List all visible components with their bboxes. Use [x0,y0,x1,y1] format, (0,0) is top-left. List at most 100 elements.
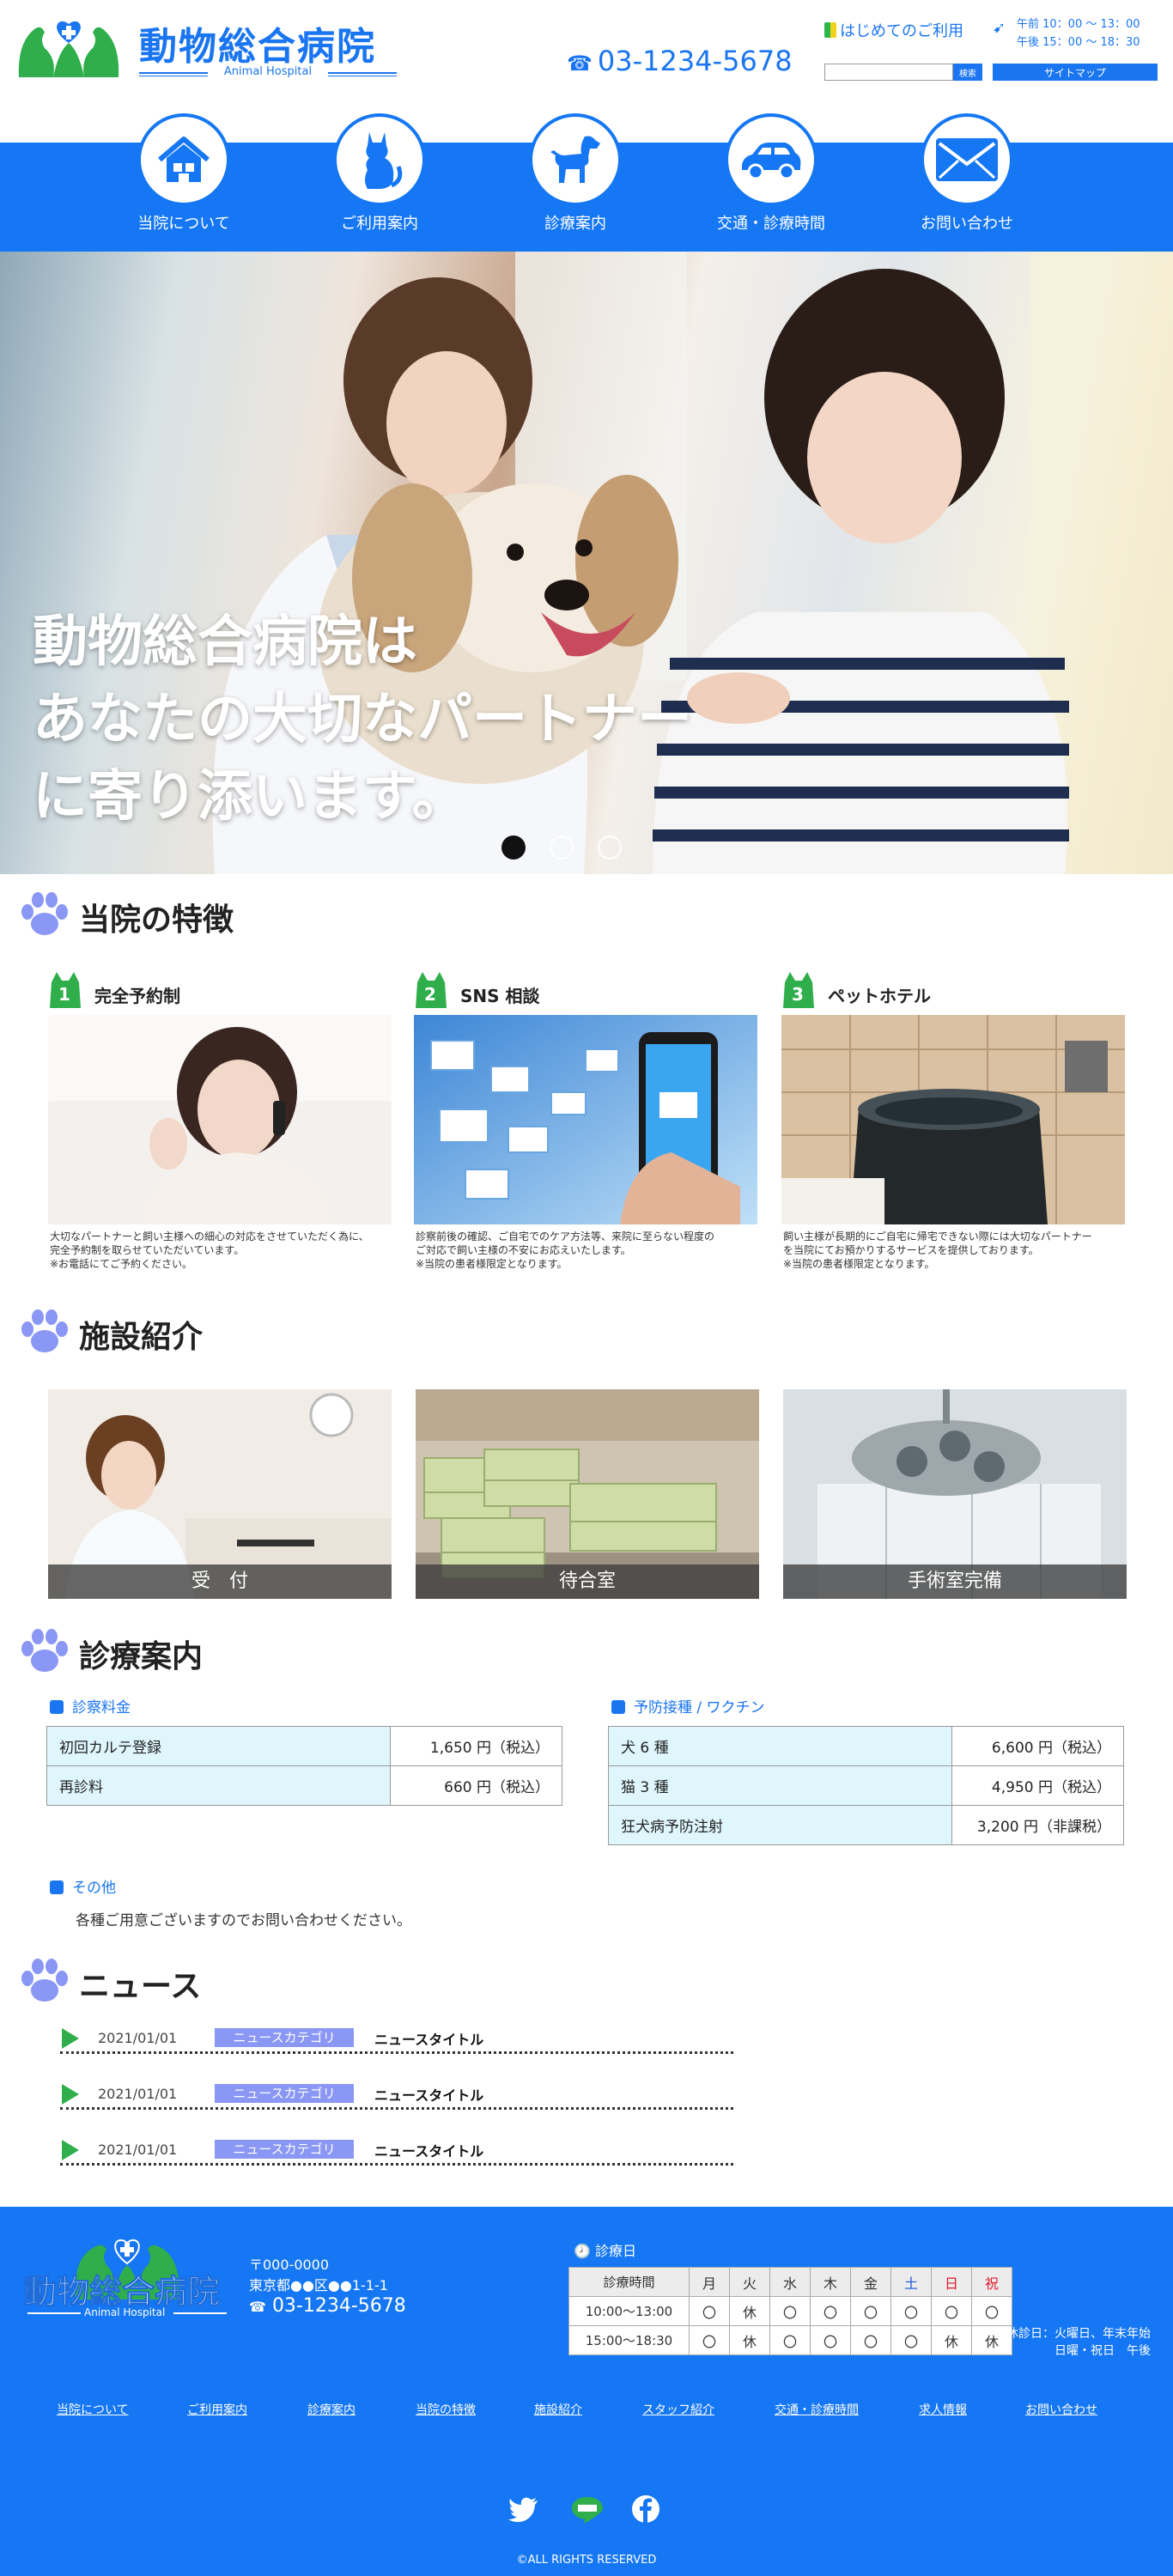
logo-title[interactable]: 動物総合病院 [139,15,376,70]
other-text: 各種ご用意ございますのでお問い合わせください。 [76,1912,411,1929]
fee-price: 1,650 円（税込） [390,1726,562,1766]
news-title[interactable]: ニュースタイトル [374,2084,483,2105]
news-category[interactable]: ニュースカテゴリ [215,2140,354,2159]
news-title[interactable]: ニュースタイトル [374,2140,483,2160]
fee-name: 初回カルテ登録 [46,1726,391,1766]
cat-icon [365,132,403,189]
feature-title: 完全予約制 [94,986,180,1006]
schedule-cell: 休 [931,2325,972,2355]
schedule-label-text: 診療日 [595,2243,637,2259]
footer-phone[interactable]: ☎ 03-1234-5678 [249,2296,406,2318]
schedule-cell: 〇 [689,2296,730,2326]
hero-line-2: あなたの大切なパートナー [33,688,692,751]
fees-table: 初回カルテ登録 1,650 円（税込） 再診料 660 円（税込） [46,1726,562,1806]
nav-label[interactable]: ご利用案内 [315,211,444,234]
footer-link-facility[interactable]: 施設紹介 [534,2401,582,2418]
facebook-icon[interactable] [629,2492,663,2526]
header-phone-number[interactable]: 03-1234-5678 [598,45,793,77]
footer-postal: 〒000-0000 [249,2257,330,2273]
closed-days-line: 日曜・祝日 午後 [1054,2344,1151,2358]
footer-link-about[interactable]: 当院について [57,2401,129,2418]
vaccine-price: 6,600 円（税込） [951,1726,1124,1766]
news-title[interactable]: ニュースタイトル [374,2028,483,2049]
slider-dot-3[interactable] [598,835,622,860]
feature-number: 1 [58,984,70,1005]
search-input[interactable] [824,64,953,81]
footer-link-recruit[interactable]: 求人情報 [919,2401,967,2418]
paw-icon [21,1309,68,1352]
feature-title: SNS 相談 [460,986,540,1006]
news-item[interactable]: 2021/01/01 ニュースカテゴリ ニュースタイトル [60,2079,733,2110]
feature-desc-line: ご対応で飼い主様の不安にお応えいたします。 [416,1244,631,1256]
nav-item-about[interactable]: 当院について [119,113,248,251]
nav-label[interactable]: 当院について [119,211,248,234]
footer-link-contact[interactable]: お問い合わせ [1025,2401,1097,2418]
schedule-header-cell: 火 [729,2267,770,2297]
facility-card-waiting[interactable]: 待合室 [416,1389,759,1599]
slider-dot-2[interactable] [550,835,574,860]
news-item[interactable]: 2021/01/01 ニュースカテゴリ ニュースタイトル [60,2023,733,2054]
feature-desc-line: を当院にてお預かりするサービスを提供しております。 [783,1244,1039,1256]
fee-price: 660 円（税込） [390,1765,562,1806]
footer-logo-title: 動物総合病院 [23,2273,221,2312]
hours-pm: 午後 15：00 〜 18：30 [1017,36,1140,49]
facility-card-operating-room[interactable]: 手術室完備 [783,1389,1127,1599]
line-icon[interactable] [570,2492,605,2526]
twitter-icon[interactable] [507,2492,541,2526]
vaccine-title: 予防接種 / ワクチン [634,1699,765,1716]
schedule-label: 🕗 診療日 [574,2239,636,2260]
news-date: 2021/01/01 [98,2142,178,2158]
schedule-header-cell: 月 [689,2267,730,2297]
footer-link-access[interactable]: 交通・診療時間 [775,2401,859,2418]
nav-label[interactable]: お問い合わせ [903,211,1031,234]
paw-icon [21,1629,68,1672]
table-row: 狂犬病予防注射 3,200 円（非課税） [608,1805,1124,1845]
logo-subtitle-text: Animal Hospital [223,65,313,78]
search-button[interactable]: 検索 [953,64,982,81]
footer-logo-subtitle: Animal Hospital [84,2306,166,2318]
site-footer: 動物総合病院 Animal Hospital 〒000-0000 東京都●●区●… [0,2207,1173,2576]
schedule-header-cell: 診療時間 [568,2267,690,2297]
vaccine-name: 犬 6 種 [608,1726,952,1766]
vaccine-table: 犬 6 種 6,600 円（税込） 猫 3 種 4,950 円（税込） 狂犬病予防注… [608,1726,1124,1845]
hero-slider[interactable]: 動物総合病院は あなたの大切なパートナー に寄り添います。 [0,252,1173,874]
beginner-link-label[interactable]: はじめてのご利用 [840,22,963,40]
slider-dot-1[interactable] [501,835,526,860]
fees-subheading: 診察料金 [50,1695,131,1716]
footer-link-staff[interactable]: スタッフ紹介 [642,2401,714,2418]
footer-link-medical[interactable]: 診療案内 [307,2401,356,2418]
news-category[interactable]: ニュースカテゴリ [215,2028,354,2047]
schedule-cell: 15:00〜18:30 [568,2325,690,2355]
schedule-header-cell-holiday: 祝 [971,2267,1012,2297]
nav-label[interactable]: 診療案内 [511,211,640,234]
nav-circle [529,113,622,206]
news-category[interactable]: ニュースカテゴリ [215,2084,354,2103]
news-item[interactable]: 2021/01/01 ニュースカテゴリ ニュースタイトル [60,2135,733,2166]
nav-circle [333,113,426,206]
schedule-cell: 〇 [890,2325,932,2355]
sitemap-button[interactable]: サイトマップ [993,64,1158,81]
schedule-cell: 〇 [810,2296,851,2326]
nav-item-guide[interactable]: ご利用案内 [315,113,444,251]
footer-link-features[interactable]: 当院の特徴 [416,2401,476,2418]
nav-item-contact[interactable]: お問い合わせ [903,113,1031,251]
closed-days-line: 休診日：火曜日、年末年始 [1006,2327,1151,2341]
schedule-header-row: 診療時間 月 火 水 木 金 土 日 祝 [568,2267,1012,2297]
hours-am: 午前 10：00 〜 13：00 [1017,18,1140,31]
footer-phone-number[interactable]: 03-1234-5678 [272,2295,406,2317]
beginner-link[interactable]: はじめてのご利用 [824,19,963,41]
header-phone[interactable]: ☎ 03-1234-5678 [567,45,793,77]
nav-label[interactable]: 交通・診療時間 [707,211,836,234]
feature-desc-line: 完全予約制を取らせていただいています。 [50,1244,245,1256]
dog-icon [550,136,600,183]
nav-item-access[interactable]: 交通・診療時間 [707,113,836,251]
fee-name: 再診料 [46,1765,391,1806]
logo-mark-icon[interactable] [15,17,122,84]
nav-item-medical[interactable]: 診療案内 [511,113,640,251]
facility-heading-text: 施設紹介 [79,1320,204,1355]
footer-link-guide[interactable]: ご利用案内 [187,2401,247,2418]
play-arrow-icon [62,2084,79,2105]
facility-card-reception[interactable]: 受 付 [48,1389,392,1599]
news-date: 2021/01/01 [98,2030,178,2046]
footer-street: 東京都●●区●●1-1-1 [249,2277,388,2293]
